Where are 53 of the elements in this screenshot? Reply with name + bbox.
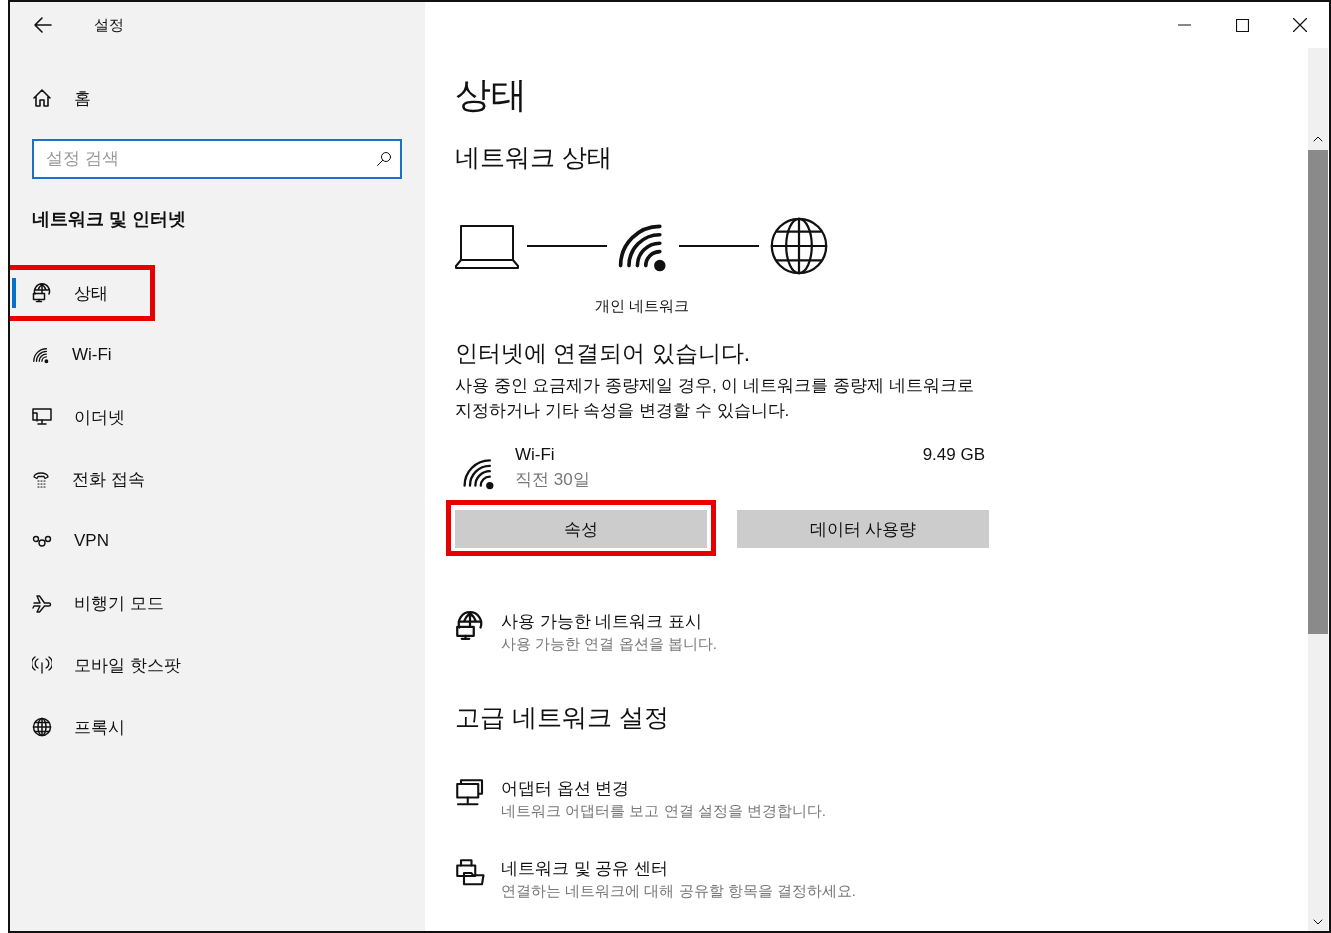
link-title[interactable]: 네트워크 및 공유 센터	[501, 858, 856, 880]
network-type-label: 개인 네트워크	[595, 296, 690, 316]
section-heading: 네트워크 상태	[455, 142, 612, 173]
sidebar-item[interactable]: 전화 접속	[10, 456, 425, 502]
globe-monitor-icon	[455, 611, 485, 641]
globe-monitor-icon	[32, 283, 52, 303]
laptop-icon	[455, 222, 519, 270]
vpn-link-icon	[32, 534, 52, 548]
link-description: 연결하는 네트워크에 대해 공유할 항목을 결정하세요.	[501, 881, 856, 901]
scroll-up-icon	[1313, 136, 1323, 142]
home-icon	[32, 88, 52, 108]
link-description: 네트워크 어댑터를 보고 연결 설정을 변경합니다.	[501, 801, 826, 821]
close-icon	[1293, 18, 1307, 32]
back-arrow-icon	[34, 17, 52, 33]
phone-icon	[32, 470, 50, 488]
sidebar-item[interactable]: 상태	[10, 270, 425, 316]
monitor-icon	[32, 408, 52, 426]
connection-status: 인터넷에 연결되어 있습니다.	[455, 339, 751, 368]
broadcast-icon	[32, 656, 52, 674]
back-button[interactable]	[34, 17, 52, 33]
sidebar-item[interactable]: 모바일 핫스팟	[10, 642, 425, 688]
sidebar-item[interactable]: VPN	[10, 518, 425, 564]
sidebar-item[interactable]: 이더넷	[10, 394, 425, 440]
window-title: 설정	[94, 15, 124, 35]
printer-folder-icon	[455, 858, 485, 888]
wifi-icon	[32, 346, 50, 364]
globe-icon	[32, 717, 52, 737]
monitor-network-icon	[455, 778, 485, 808]
sidebar-item[interactable]: 비행기 모드	[10, 580, 425, 626]
airplane-icon	[32, 593, 52, 613]
link-title[interactable]: 사용 가능한 네트워크 표시	[501, 611, 717, 633]
page-title: 상태	[455, 73, 527, 117]
link-title[interactable]: 어댑터 옵션 변경	[501, 778, 826, 800]
scroll-thumb[interactable]	[1308, 150, 1328, 634]
scroll-down-icon	[1313, 919, 1323, 925]
search-field[interactable]: 설정 검색	[32, 139, 402, 179]
section-heading: 네트워크 및 인터넷	[32, 208, 187, 231]
sidebar-item[interactable]: Wi-Fi	[10, 332, 425, 378]
usage-period: 직전 30일	[515, 469, 590, 491]
action-button[interactable]: 속성	[455, 510, 707, 548]
link-description: 사용 가능한 연결 옵션을 봅니다.	[501, 634, 717, 654]
action-button[interactable]: 데이터 사용량	[737, 510, 989, 548]
selection-indicator	[12, 278, 16, 308]
home-link[interactable]: 홈	[10, 78, 425, 118]
data-usage-amount: 9.49 GB	[922, 444, 985, 466]
maximize-icon	[1235, 18, 1249, 32]
section-heading: 고급 네트워크 설정	[455, 702, 669, 733]
scrollbar[interactable]	[1308, 48, 1328, 931]
minimize-icon	[1177, 24, 1191, 26]
sidebar-item[interactable]: 프록시	[10, 704, 425, 750]
search-icon	[376, 151, 392, 167]
adapter-name: Wi-Fi	[515, 444, 556, 466]
description-text: 사용 중인 요금제가 종량제일 경우, 이 네트워크를 종량제 네트워크로 지정하거나 기타 속성을 변경할 수 있습니다.	[455, 375, 975, 422]
